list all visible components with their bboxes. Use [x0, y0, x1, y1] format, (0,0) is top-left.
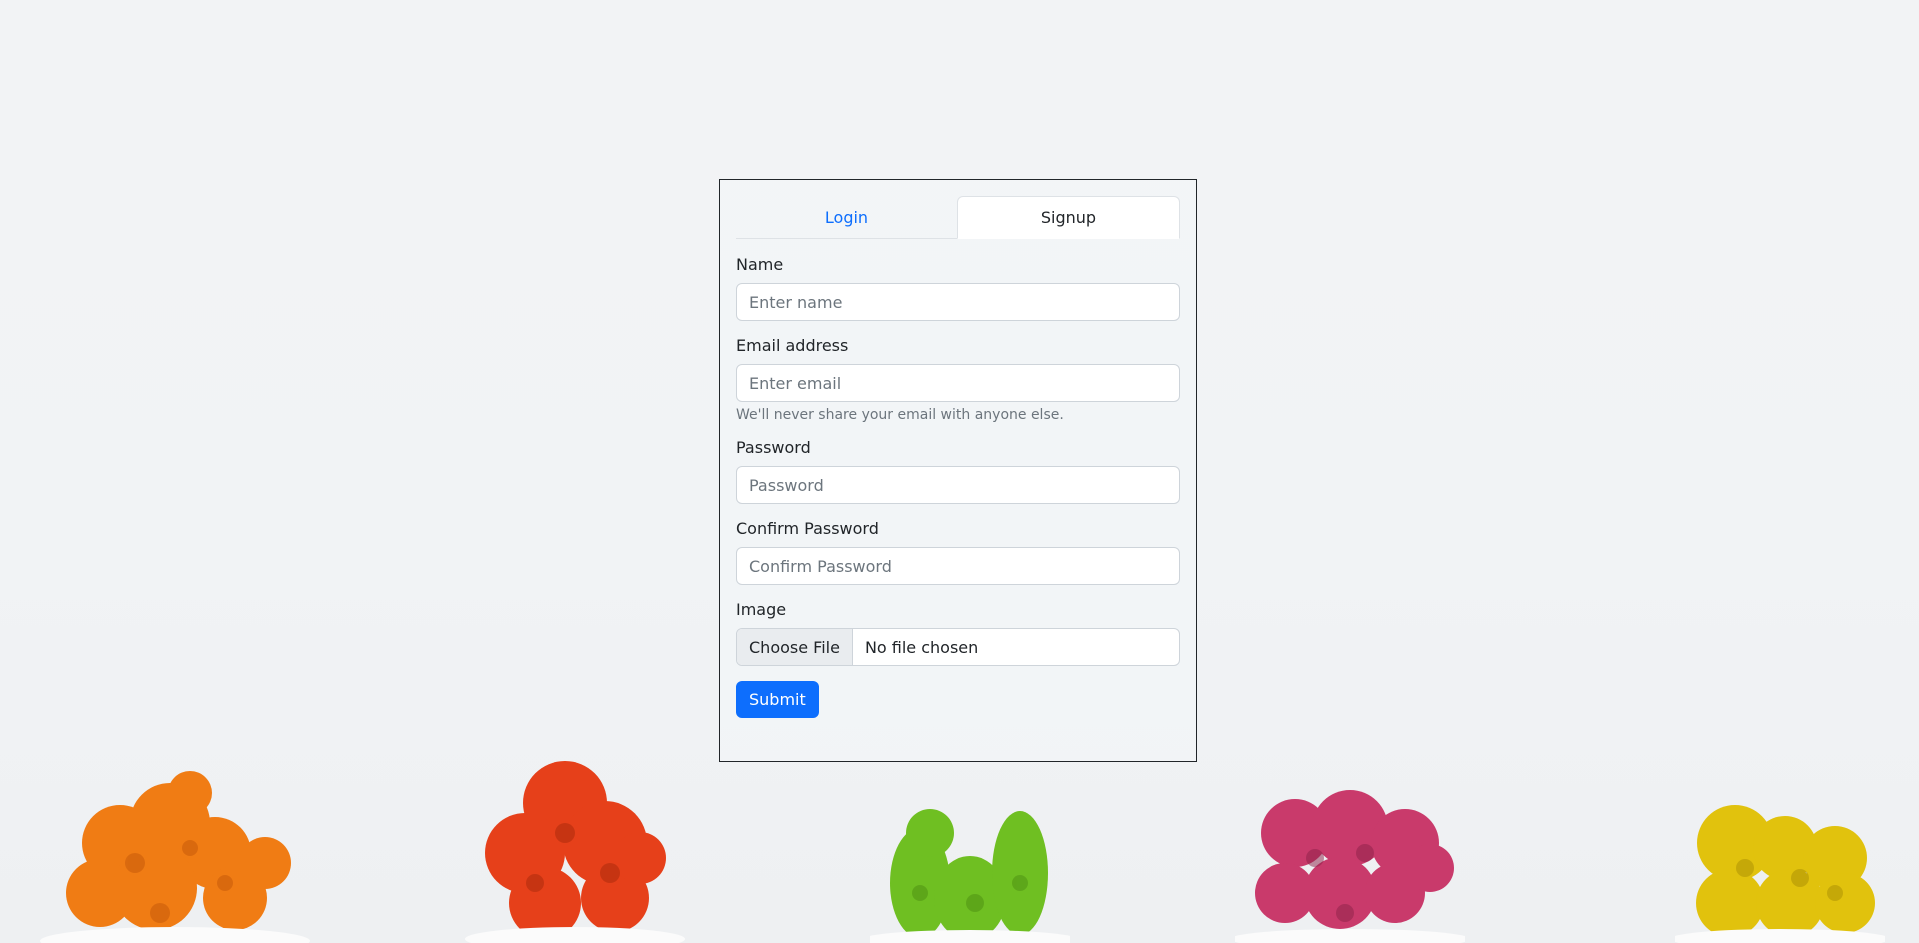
email-help-text: We'll never share your email with anyone…: [736, 407, 1064, 423]
tab-signup[interactable]: Signup: [957, 196, 1180, 239]
submit-button[interactable]: Submit: [736, 681, 819, 718]
yellow-cactus-image: [1675, 805, 1885, 943]
name-label: Name: [736, 255, 784, 274]
orange-cactus-image: [40, 771, 310, 943]
green-cactus-image: [870, 809, 1070, 943]
image-field-group: Image Choose File No file chosen: [736, 600, 1180, 666]
red-cactus-image: [465, 761, 685, 943]
name-input[interactable]: [736, 283, 1180, 321]
image-label: Image: [736, 600, 787, 619]
email-label: Email address: [736, 336, 849, 355]
password-field-group: Password: [736, 438, 1180, 504]
confirm-password-input[interactable]: [736, 547, 1180, 585]
confirm-password-field-group: Confirm Password: [736, 519, 1180, 585]
password-label: Password: [736, 438, 811, 457]
email-field-group: Email address We'll never share your ema…: [736, 336, 1180, 423]
file-status-text: No file chosen: [864, 637, 979, 657]
signup-card: Login Signup Name Email address We'll ne…: [719, 179, 1197, 762]
confirm-password-label: Confirm Password: [736, 519, 879, 538]
password-input[interactable]: [736, 466, 1180, 504]
name-field-group: Name: [736, 255, 1180, 321]
choose-file-button[interactable]: Choose File: [737, 629, 853, 665]
pink-cactus-image: [1235, 790, 1465, 943]
auth-tabs: Login Signup: [736, 196, 1180, 239]
tab-login[interactable]: Login: [736, 196, 957, 238]
image-file-input[interactable]: Choose File No file chosen: [736, 628, 1180, 666]
email-input[interactable]: [736, 364, 1180, 402]
